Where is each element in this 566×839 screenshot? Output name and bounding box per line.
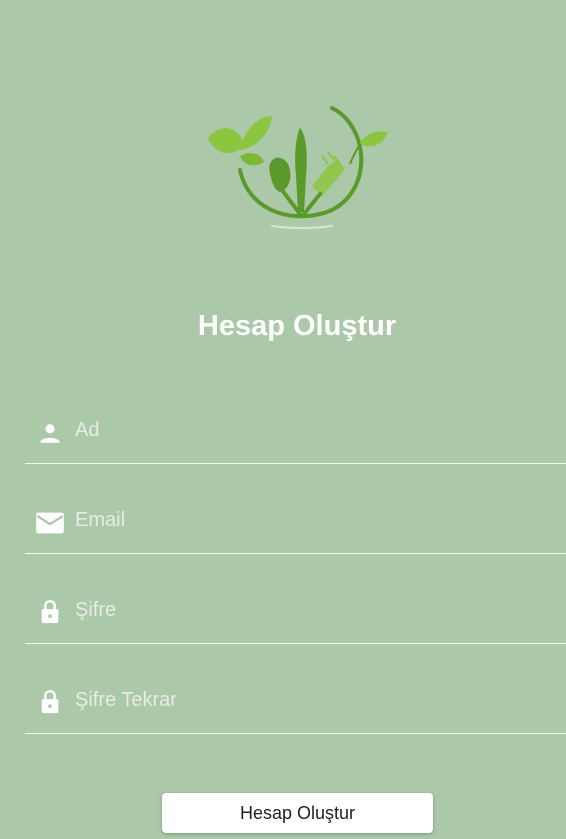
lock-icon bbox=[41, 600, 59, 624]
lock-icon bbox=[41, 690, 59, 714]
password-repeat-field[interactable] bbox=[25, 644, 566, 734]
name-field[interactable] bbox=[25, 374, 566, 464]
page-title: Hesap Oluştur bbox=[197, 310, 397, 342]
create-account-button[interactable]: Hesap Oluştur bbox=[162, 793, 433, 833]
person-icon bbox=[40, 424, 60, 443]
password-repeat-input[interactable] bbox=[75, 683, 566, 717]
password-input[interactable] bbox=[75, 593, 566, 627]
email-input[interactable] bbox=[75, 503, 566, 537]
register-screen: Hesap Oluştur Ad Email Hesap Oluştur bbox=[0, 0, 566, 839]
mail-icon bbox=[36, 512, 64, 534]
field-divider bbox=[25, 733, 566, 734]
name-input[interactable] bbox=[75, 413, 566, 447]
leaf-cutlery-logo-icon bbox=[208, 106, 388, 229]
email-field[interactable] bbox=[25, 464, 566, 554]
password-field[interactable] bbox=[25, 554, 566, 644]
